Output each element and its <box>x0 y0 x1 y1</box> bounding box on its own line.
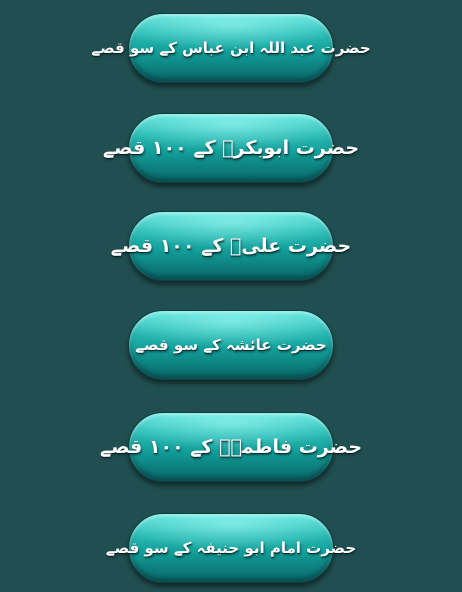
abdullah-ibn-abbas-stories-button[interactable]: حضرت عبد اللہ ابن عباس کے سو قصے <box>91 13 371 83</box>
button-label: حضرت امام ابو حنیفہ کے سو قصے <box>105 538 357 557</box>
button-label: حضرت عبد اللہ ابن عباس کے سو قصے <box>91 38 371 57</box>
ali-stories-button[interactable]: حضرت علیؓ کے ۱۰۰ قصے <box>111 211 351 281</box>
abu-bakr-stories-button[interactable]: حضرت ابوبکرؓ کے ۱۰۰ قصے <box>103 113 359 183</box>
stories-menu: حضرت عبد اللہ ابن عباس کے سو قصے حضرت اب… <box>0 0 462 592</box>
button-label: حضرت عائشہ کے سو قصے <box>135 335 327 354</box>
button-label: حضرت ابوبکرؓ کے ۱۰۰ قصے <box>102 136 360 159</box>
imam-abu-hanifa-stories-button[interactable]: حضرت امام ابو حنیفہ کے سو قصے <box>106 513 356 583</box>
button-label: حضرت فاطمہؓ کے ۱۰۰ قصے <box>99 435 363 458</box>
fatima-stories-button[interactable]: حضرت فاطمہؓ کے ۱۰۰ قصے <box>100 412 362 482</box>
button-label: حضرت علیؓ کے ۱۰۰ قصے <box>110 234 352 257</box>
aisha-stories-button[interactable]: حضرت عائشہ کے سو قصے <box>128 310 334 380</box>
